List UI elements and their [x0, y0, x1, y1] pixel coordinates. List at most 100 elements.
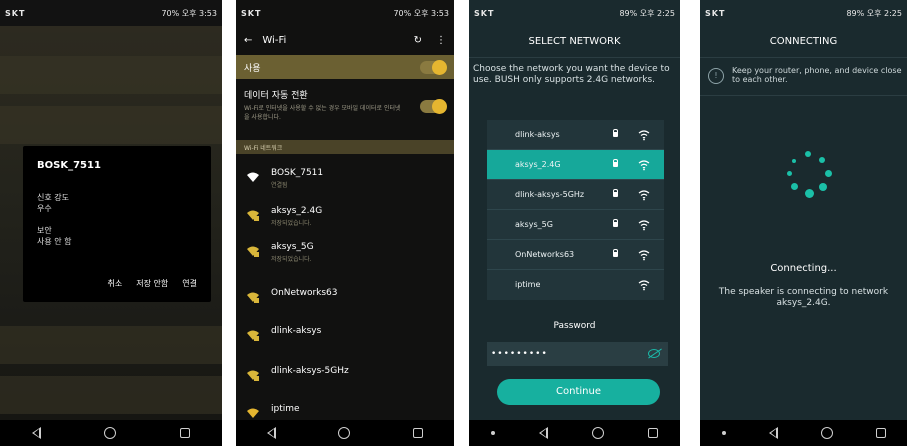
- network-name: iptime: [271, 404, 300, 414]
- lock-icon: [613, 189, 618, 197]
- wifi-list-item[interactable]: dlink-aksys: [236, 318, 454, 354]
- wifi-list-item[interactable]: aksys_2.4G 저장되었습니다.: [236, 198, 454, 234]
- password-label: Password: [553, 321, 596, 331]
- more-options-icon[interactable]: ⋮: [436, 35, 446, 46]
- network-name: dlink-aksys-5GHz: [515, 190, 585, 199]
- wifi-locked-icon: [247, 292, 259, 303]
- wifi-list-item[interactable]: BOSK_7511 연결됨: [236, 160, 454, 196]
- status-bar: SKT 89% 오후 2:25: [700, 0, 907, 26]
- wifi-locked-icon: [247, 370, 259, 381]
- wifi-locked-icon: [247, 246, 259, 257]
- wifi-signal-icon: [638, 250, 650, 261]
- recents-icon[interactable]: [648, 428, 658, 438]
- network-row[interactable]: dlink-aksys-5GHz: [487, 180, 664, 210]
- auto-switch-toggle[interactable]: [420, 99, 447, 114]
- nav-bar: [469, 420, 680, 446]
- status-right: 89% 오후 2:25: [619, 8, 675, 18]
- network-name: dlink-aksys: [271, 326, 322, 336]
- dialog-title: BOSK_7511: [37, 160, 101, 171]
- back-icon[interactable]: [267, 427, 277, 439]
- indicator-dot-icon: [721, 431, 726, 435]
- back-arrow-icon[interactable]: ←: [244, 35, 252, 46]
- page-title: SELECT NETWORK: [469, 26, 680, 58]
- home-icon[interactable]: [338, 427, 351, 439]
- recents-icon[interactable]: [412, 428, 423, 438]
- network-name: aksys_2.4G: [515, 160, 561, 169]
- continue-button[interactable]: Continue: [497, 379, 660, 405]
- status-bar: SKT 89% 오후 2:25: [469, 0, 680, 26]
- wifi-list-item[interactable]: OnNetworks63: [236, 280, 454, 316]
- wifi-signal-icon: [638, 280, 650, 291]
- network-name: aksys_5G: [515, 220, 553, 229]
- wifi-signal-icon: [638, 190, 650, 201]
- app-bar: ← Wi-Fi ↻ ⋮: [236, 26, 454, 54]
- network-name: OnNetworks63: [515, 250, 575, 259]
- page-title: CONNECTING: [700, 26, 907, 58]
- wifi-list-item[interactable]: dlink-aksys-5GHz: [236, 358, 454, 394]
- back-icon[interactable]: [31, 427, 41, 439]
- status-bar: SKT 70% 오후 3:53: [236, 0, 454, 26]
- network-name: dlink-aksys-5GHz: [271, 366, 349, 376]
- network-name: dlink-aksys: [515, 130, 560, 139]
- wifi-locked-icon: [247, 210, 259, 221]
- wifi-enable-row[interactable]: 사용: [236, 55, 454, 79]
- network-list: dlink-aksys aksys_2.4G dlink-aksys-5GHz …: [487, 120, 664, 300]
- wifi-locked-icon: [247, 330, 259, 341]
- lock-icon: [613, 219, 618, 227]
- carrier-label: SKT: [5, 8, 26, 18]
- phone-screen-select-network: SKT 89% 오후 2:25 SELECT NETWORK Choose th…: [469, 0, 680, 446]
- recents-icon[interactable]: [875, 428, 886, 438]
- network-name: iptime: [515, 280, 541, 289]
- lock-icon: [613, 129, 618, 137]
- wifi-enable-label: 사용: [244, 63, 261, 74]
- security-value: 사용 안 함: [37, 237, 72, 246]
- wifi-list-item[interactable]: aksys_5G 저장되었습니다.: [236, 234, 454, 270]
- carrier-label: SKT: [705, 8, 726, 18]
- wifi-signal-icon: [638, 160, 650, 171]
- network-row[interactable]: OnNetworks63: [487, 240, 664, 270]
- phone-screen-connecting: SKT 89% 오후 2:25 CONNECTING ! Keep your r…: [700, 0, 907, 446]
- network-dialog: BOSK_7511 신호 강도 우수 보안 사용 안 함 취소 저장 안함 연결: [23, 146, 211, 302]
- network-name: aksys_5G: [271, 242, 314, 252]
- back-icon[interactable]: [539, 427, 548, 439]
- auto-switch-row[interactable]: 데이터 자동 전환 Wi-Fi로 인터넷을 사용할 수 없는 경우 모바일 데이…: [236, 82, 454, 132]
- phone-screen-wifi-list: SKT 70% 오후 3:53 ← Wi-Fi ↻ ⋮ 사용 데이터 자동 전환…: [236, 0, 454, 446]
- home-icon[interactable]: [820, 427, 833, 439]
- back-icon[interactable]: [768, 427, 778, 439]
- network-row[interactable]: aksys_5G: [487, 210, 664, 240]
- loading-spinner-icon: [783, 149, 833, 199]
- carrier-label: SKT: [474, 8, 495, 18]
- connecting-title: Connecting...: [770, 263, 837, 274]
- network-row[interactable]: dlink-aksys: [487, 120, 664, 150]
- network-row-selected[interactable]: aksys_2.4G: [487, 150, 664, 180]
- wifi-toggle[interactable]: [420, 59, 447, 75]
- network-status: 저장되었습니다.: [271, 256, 312, 263]
- status-bar: SKT 70% 오후 3:53: [0, 0, 222, 26]
- connect-button[interactable]: 연결: [182, 278, 197, 289]
- network-row[interactable]: iptime: [487, 270, 664, 300]
- section-header: Wi-Fi 네트워크: [236, 140, 454, 154]
- home-icon[interactable]: [592, 427, 604, 439]
- dialog-buttons: 취소 저장 안함 연결: [108, 278, 197, 289]
- status-right: 70% 오후 3:53: [161, 8, 217, 18]
- indicator-dot-icon: [491, 431, 495, 435]
- cancel-button[interactable]: 취소: [108, 278, 123, 289]
- show-password-icon[interactable]: [648, 349, 660, 358]
- wifi-signal-icon: [638, 130, 650, 141]
- lock-icon: [613, 159, 618, 167]
- phone-screen-wifi-dialog: SKT 70% 오후 3:53 BOSK_7511 신호 강도 우수 보안 사용…: [0, 0, 222, 446]
- dont-save-button[interactable]: 저장 안함: [136, 278, 168, 289]
- password-value: •••••••••: [491, 349, 548, 359]
- password-field[interactable]: •••••••••: [487, 342, 668, 366]
- network-name: OnNetworks63: [271, 288, 338, 298]
- network-name: aksys_2.4G: [271, 206, 323, 216]
- security-label: 보안: [37, 226, 52, 235]
- refresh-icon[interactable]: ↻: [414, 35, 422, 46]
- auto-switch-title: 데이터 자동 전환: [244, 91, 308, 101]
- home-icon[interactable]: [104, 427, 117, 439]
- tip-banner: ! Keep your router, phone, and device cl…: [700, 60, 907, 96]
- info-icon: !: [708, 68, 724, 84]
- recents-icon[interactable]: [180, 428, 191, 438]
- wifi-open-icon: [247, 408, 259, 418]
- carrier-label: SKT: [241, 8, 262, 18]
